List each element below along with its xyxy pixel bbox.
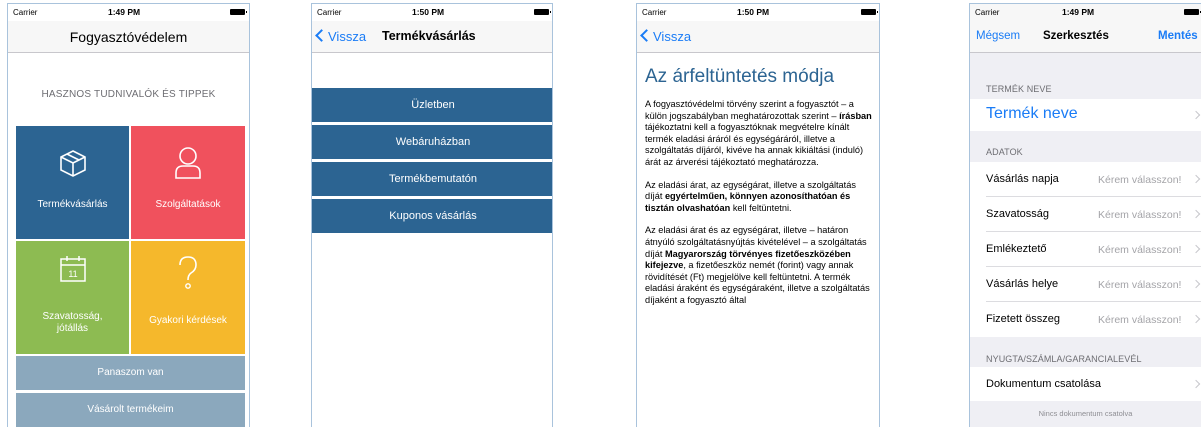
back-label: Vissza [653,29,692,44]
status-bar: Carrier 1:50 PM [312,4,552,21]
chevron-right-icon [1191,314,1201,324]
status-bar: Carrier 1:49 PM [8,4,249,21]
navigation-bar: Mégsem Szerkesztés Mentés [970,21,1201,53]
chevron-right-icon [1191,244,1201,254]
battery-icon [230,9,247,15]
paragraph: A fogyasztóvédelmi törvény szerint a fog… [645,99,872,167]
option-store[interactable]: Üzletben [312,88,552,122]
back-button[interactable]: Vissza [315,29,367,44]
navigation-bar: Vissza [637,21,879,53]
status-bar: Carrier 1:50 PM [637,4,879,21]
option-webshop[interactable]: Webáruházban [312,125,552,159]
svg-text:11: 11 [68,269,77,279]
tile-label: Szolgáltatások [155,199,221,210]
tile-label-line2: jótállás [56,323,89,334]
paragraph: Az eladási árat és az egységárat, illetv… [645,225,870,305]
complaint-button[interactable]: Panaszom van [16,356,245,390]
carrier-label: Carrier [13,8,38,17]
box-icon [60,150,86,177]
tile-szolgaltatasok[interactable]: Szolgáltatások [131,126,245,239]
chevron-right-icon [1191,379,1201,389]
chevron-right-icon [1191,279,1201,289]
page-title: Termékvásárlás [382,29,476,43]
navigation-bar: Fogyasztóvédelem [8,21,249,53]
no-documents-note: Nincs dokumentum csatolva [1038,409,1133,418]
product-name-field[interactable]: Termék neve [970,99,1201,131]
back-label: Vissza [328,29,367,44]
battery-icon [1184,9,1201,15]
tips-heading: HASZNOS TUDNIVALÓK ÉS TIPPEK [41,89,216,100]
product-name-placeholder: Termék neve [986,105,1078,122]
purchased-products-button[interactable]: Vásárolt termékeim [16,393,245,427]
article-screen: Carrier 1:50 PM Vissza Az árfeltüntetés … [636,3,880,427]
row-reminder[interactable]: Emlékeztető Kérem válasszon! [970,232,1201,266]
carrier-label: Carrier [317,8,342,17]
chevron-left-icon [640,29,653,42]
option-product-demo[interactable]: Termékbemutatón [312,162,552,196]
status-time: 1:49 PM [1062,7,1095,17]
status-time: 1:49 PM [108,7,141,17]
option-coupon[interactable]: Kuponos vásárlás [312,199,552,233]
paragraph: Az eladási árat, az egységárat, illetve … [645,179,856,213]
person-icon [175,147,201,179]
status-time: 1:50 PM [412,7,445,17]
article-title: Az árfeltüntetés módja [645,66,835,87]
save-button[interactable]: Mentés [1158,30,1198,42]
carrier-label: Carrier [975,8,1000,17]
tile-gyakori-kerdesek[interactable]: Gyakori kérdések [131,241,245,354]
carrier-label: Carrier [642,8,667,17]
chevron-right-icon [1191,174,1201,184]
chevron-right-icon [1191,209,1201,219]
section-header-data: ADATOK [986,147,1023,157]
tile-label: Termékvásárlás [37,199,108,210]
tile-szavatossag[interactable]: 11 Szavatosság, jótállás [16,241,129,354]
question-icon [179,256,197,289]
tile-termekvasarlas[interactable]: Termékvásárlás [16,126,129,239]
navigation-bar: Vissza Termékvásárlás [312,21,552,53]
row-warranty[interactable]: Szavatosság Kérem válasszon! [970,197,1201,231]
purchase-screen: Carrier 1:50 PM Vissza Termékvásárlás Üz… [311,3,553,427]
edit-screen: Carrier 1:49 PM Mégsem Szerkesztés Menté… [969,3,1201,427]
page-title: Fogyasztóvédelem [69,29,188,45]
home-screen: Carrier 1:49 PM Fogyasztóvédelem HASZNOS… [7,3,250,427]
attach-document-row[interactable]: Dokumentum csatolása [970,367,1201,401]
status-time: 1:50 PM [737,7,770,17]
section-header-name: TERMÉK NEVE [986,84,1052,94]
article-body: A fogyasztóvédelmi törvény szerint a fog… [645,99,873,318]
battery-icon [534,9,551,15]
row-purchase-date[interactable]: Vásárlás napja Kérem válasszon! [970,162,1201,196]
chevron-left-icon [315,29,328,42]
calendar-icon: 11 [60,256,86,282]
back-button[interactable]: Vissza [640,29,692,44]
page-title: Szerkesztés [1043,30,1109,42]
tile-label: Gyakori kérdések [149,315,227,326]
row-purchase-place[interactable]: Vásárlás helye Kérem válasszon! [970,267,1201,301]
cancel-button[interactable]: Mégsem [976,30,1020,42]
tile-label-line1: Szavatosság, [42,311,103,322]
row-paid-amount[interactable]: Fizetett összeg Kérem válasszon! [970,302,1201,336]
battery-icon [861,9,878,15]
section-header-docs: NYUGTA/SZÁMLA/GARANCIALEVÉL [986,354,1142,364]
attach-label: Dokumentum csatolása [986,378,1101,390]
chevron-right-icon [1191,110,1201,120]
status-bar: Carrier 1:49 PM [970,4,1201,21]
